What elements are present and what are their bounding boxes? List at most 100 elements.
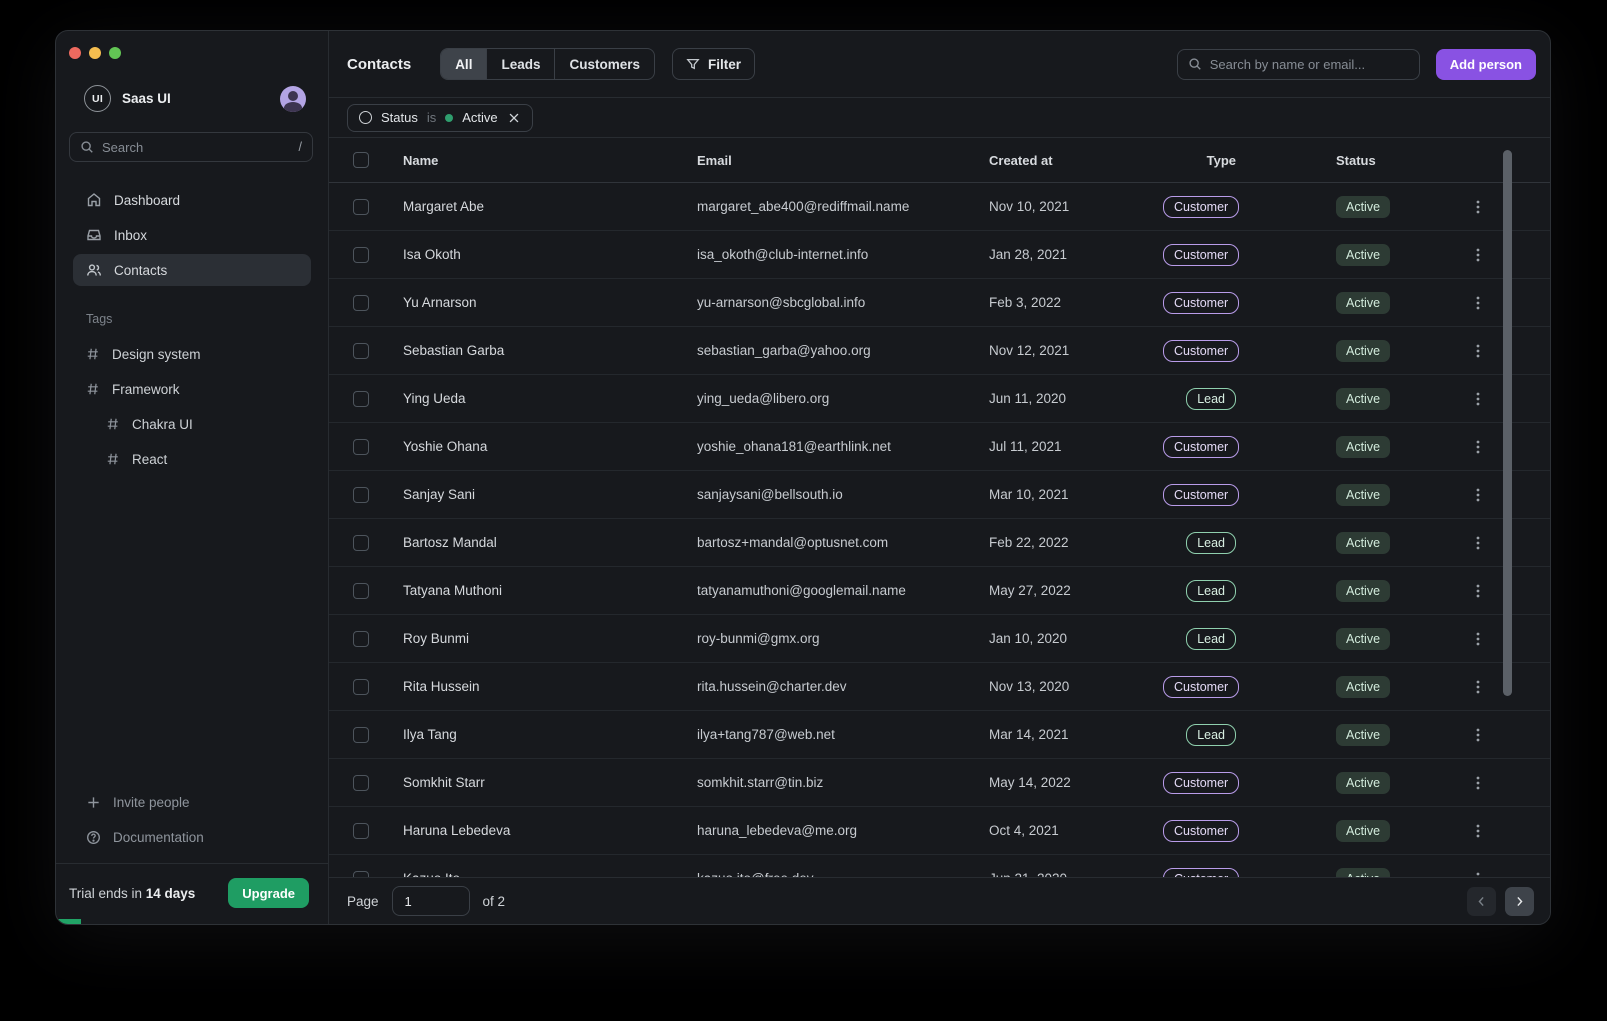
- row-checkbox-cell: [329, 343, 403, 359]
- table-row[interactable]: Isa Okoth isa_okoth@club-internet.info J…: [329, 231, 1550, 279]
- tab-customers[interactable]: Customers: [555, 49, 654, 79]
- table-row[interactable]: Somkhit Starr somkhit.starr@tin.biz May …: [329, 759, 1550, 807]
- row-menu-icon[interactable]: [1470, 439, 1486, 455]
- table-row[interactable]: Haruna Lebedeva haruna_lebedeva@me.org O…: [329, 807, 1550, 855]
- filter-field[interactable]: Status: [381, 110, 418, 125]
- table-row[interactable]: Rita Hussein rita.hussein@charter.dev No…: [329, 663, 1550, 711]
- previous-page-button[interactable]: [1467, 887, 1496, 916]
- minimize-window-button[interactable]: [89, 47, 101, 59]
- sidebar-item-inbox[interactable]: Inbox: [73, 219, 311, 251]
- invite-people-button[interactable]: Invite people: [73, 786, 311, 818]
- filter-value[interactable]: Active: [462, 110, 497, 125]
- hash-icon: [106, 452, 120, 466]
- contact-name: Ying Ueda: [403, 391, 697, 406]
- table-row[interactable]: Yu Arnarson yu-arnarson@sbcglobal.info F…: [329, 279, 1550, 327]
- contact-type-cell: Lead: [1163, 532, 1236, 554]
- row-actions-cell: [1406, 871, 1550, 878]
- sidebar-search-input[interactable]: [102, 140, 299, 155]
- row-menu-icon[interactable]: [1470, 823, 1486, 839]
- contact-created: May 14, 2022: [989, 775, 1163, 790]
- filter-button[interactable]: Filter: [672, 48, 755, 80]
- status-filter-chip[interactable]: Status is Active: [347, 104, 533, 132]
- row-checkbox[interactable]: [353, 247, 369, 263]
- row-menu-icon[interactable]: [1470, 775, 1486, 791]
- row-menu-icon[interactable]: [1470, 631, 1486, 647]
- table-row[interactable]: Roy Bunmi roy-bunmi@gmx.org Jan 10, 2020…: [329, 615, 1550, 663]
- table-row[interactable]: Tatyana Muthoni tatyanamuthoni@googlemai…: [329, 567, 1550, 615]
- row-checkbox[interactable]: [353, 775, 369, 791]
- table-scrollbar[interactable]: [1503, 150, 1512, 696]
- row-checkbox[interactable]: [353, 487, 369, 503]
- status-badge: Active: [1336, 820, 1390, 842]
- type-badge: Customer: [1163, 772, 1239, 794]
- row-checkbox[interactable]: [353, 679, 369, 695]
- row-menu-icon[interactable]: [1470, 583, 1486, 599]
- zoom-window-button[interactable]: [109, 47, 121, 59]
- type-badge: Lead: [1186, 724, 1236, 746]
- contacts-search[interactable]: [1177, 49, 1420, 80]
- column-header-created[interactable]: Created at: [989, 153, 1163, 168]
- column-header-name[interactable]: Name: [403, 153, 697, 168]
- tag-item-framework[interactable]: Framework: [73, 373, 311, 405]
- contacts-search-input[interactable]: [1210, 57, 1409, 72]
- tag-item-chakra-ui[interactable]: Chakra UI: [73, 408, 311, 440]
- row-menu-icon[interactable]: [1470, 343, 1486, 359]
- table-row[interactable]: Ilya Tang ilya+tang787@web.net Mar 14, 2…: [329, 711, 1550, 759]
- upgrade-button[interactable]: Upgrade: [228, 878, 309, 908]
- row-menu-icon[interactable]: [1470, 679, 1486, 695]
- filter-operator[interactable]: is: [427, 110, 436, 125]
- table-row[interactable]: Bartosz Mandal bartosz+mandal@optusnet.c…: [329, 519, 1550, 567]
- status-badge: Active: [1336, 244, 1390, 266]
- user-avatar[interactable]: [280, 86, 306, 112]
- row-menu-icon[interactable]: [1470, 535, 1486, 551]
- column-header-type[interactable]: Type: [1163, 153, 1236, 168]
- select-all-checkbox[interactable]: [353, 152, 369, 168]
- row-menu-icon[interactable]: [1470, 487, 1486, 503]
- row-checkbox[interactable]: [353, 199, 369, 215]
- row-menu-icon[interactable]: [1470, 295, 1486, 311]
- table-row[interactable]: Sebastian Garba sebastian_garba@yahoo.or…: [329, 327, 1550, 375]
- row-menu-icon[interactable]: [1470, 247, 1486, 263]
- tag-item-react[interactable]: React: [73, 443, 311, 475]
- next-page-button[interactable]: [1505, 887, 1534, 916]
- sidebar-search[interactable]: /: [69, 132, 313, 162]
- row-menu-icon[interactable]: [1470, 727, 1486, 743]
- contact-status-cell: Active: [1236, 820, 1406, 842]
- row-checkbox[interactable]: [353, 871, 369, 878]
- row-checkbox[interactable]: [353, 583, 369, 599]
- column-header-status[interactable]: Status: [1236, 153, 1406, 168]
- add-person-button[interactable]: Add person: [1436, 49, 1536, 80]
- row-checkbox[interactable]: [353, 631, 369, 647]
- table-row[interactable]: Ying Ueda ying_ueda@libero.org Jun 11, 2…: [329, 375, 1550, 423]
- remove-filter-icon[interactable]: [507, 111, 521, 125]
- table-row[interactable]: Margaret Abe margaret_abe400@rediffmail.…: [329, 183, 1550, 231]
- row-menu-icon[interactable]: [1470, 391, 1486, 407]
- table-row[interactable]: Kazuo Ito kazuo.ito@free.dev Jun 21, 202…: [329, 855, 1550, 877]
- row-checkbox[interactable]: [353, 535, 369, 551]
- tab-leads[interactable]: Leads: [487, 49, 555, 79]
- row-menu-icon[interactable]: [1470, 199, 1486, 215]
- sidebar-item-dashboard[interactable]: Dashboard: [73, 184, 311, 216]
- row-checkbox[interactable]: [353, 439, 369, 455]
- sidebar-item-label: Contacts: [114, 263, 167, 278]
- row-checkbox[interactable]: [353, 823, 369, 839]
- workspace-switcher[interactable]: UI Saas UI: [84, 85, 306, 112]
- close-window-button[interactable]: [69, 47, 81, 59]
- table-row[interactable]: Sanjay Sani sanjaysani@bellsouth.io Mar …: [329, 471, 1550, 519]
- contact-name: Ilya Tang: [403, 727, 697, 742]
- contact-created: Jan 10, 2020: [989, 631, 1163, 646]
- column-header-email[interactable]: Email: [697, 153, 989, 168]
- table-row[interactable]: Yoshie Ohana yoshie_ohana181@earthlink.n…: [329, 423, 1550, 471]
- tab-all[interactable]: All: [441, 49, 487, 79]
- page-number-input[interactable]: [392, 886, 470, 916]
- row-checkbox[interactable]: [353, 727, 369, 743]
- contact-type-cell: Customer: [1163, 772, 1236, 794]
- row-menu-icon[interactable]: [1470, 871, 1486, 878]
- contact-name: Rita Hussein: [403, 679, 697, 694]
- row-checkbox[interactable]: [353, 343, 369, 359]
- documentation-link[interactable]: Documentation: [73, 821, 311, 853]
- row-checkbox[interactable]: [353, 391, 369, 407]
- sidebar-item-contacts[interactable]: Contacts: [73, 254, 311, 286]
- row-checkbox[interactable]: [353, 295, 369, 311]
- tag-item-design-system[interactable]: Design system: [73, 338, 311, 370]
